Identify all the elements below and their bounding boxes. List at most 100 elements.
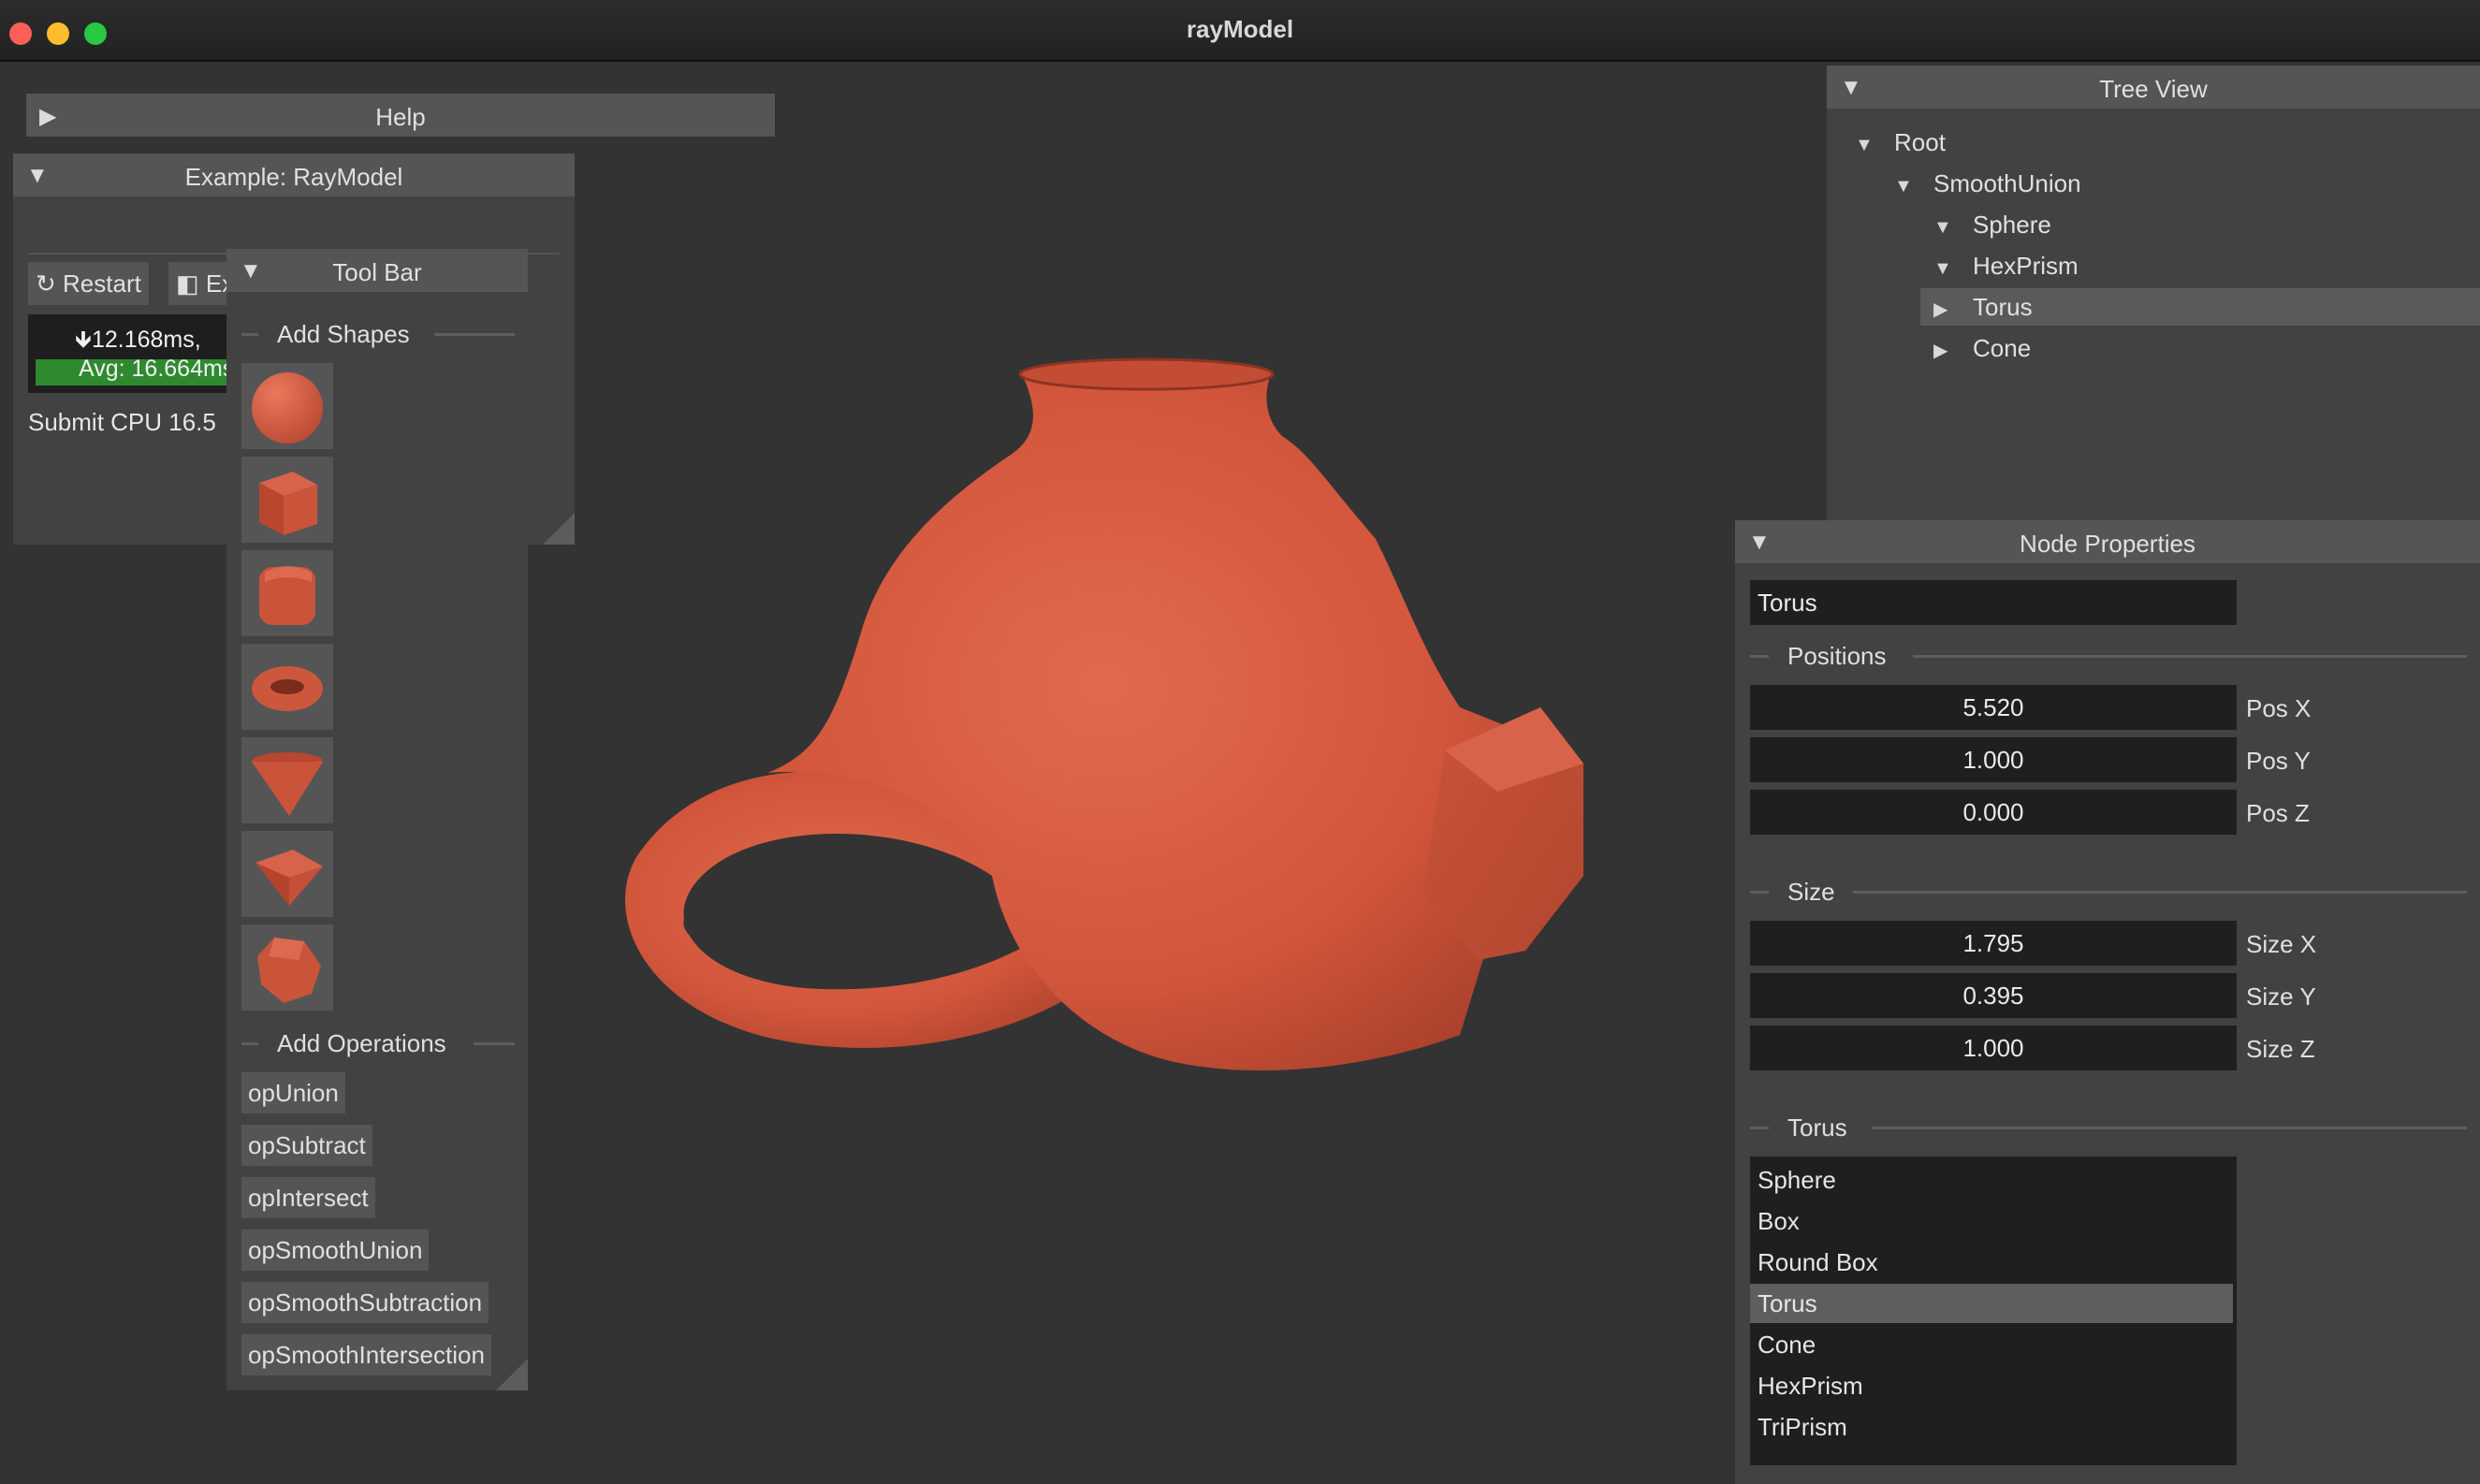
rendered-model xyxy=(625,357,1583,1071)
list-item-cone[interactable]: Cone xyxy=(1750,1325,2233,1364)
type-section-label: Torus xyxy=(1787,1113,1847,1142)
cpu-stats: Submit CPU 16.5 xyxy=(28,408,216,436)
cone-icon xyxy=(252,752,323,816)
help-panel-title: Help xyxy=(375,103,426,131)
divider xyxy=(1872,1127,2467,1129)
restart-button[interactable]: ↻ Restart xyxy=(28,262,149,305)
divider xyxy=(1750,655,1769,658)
down-arrow-icon: 🡻 xyxy=(75,327,92,353)
pos-x-input[interactable]: 5.520 xyxy=(1750,685,2237,730)
node-properties-title: Node Properties xyxy=(2020,530,2196,558)
window-titlebar: rayModel xyxy=(0,0,2480,62)
toolbar-header[interactable]: ▼ Tool Bar xyxy=(226,249,528,292)
positions-label: Positions xyxy=(1787,642,1887,670)
pos-y-input[interactable]: 1.000 xyxy=(1750,737,2237,782)
size-x-label: Size X xyxy=(2246,930,2317,958)
list-item-torus[interactable]: Torus xyxy=(1750,1284,2233,1323)
list-item-hexprism[interactable]: HexPrism xyxy=(1750,1366,2233,1405)
avg-time: Avg: 16.664ms xyxy=(79,356,235,382)
expanded-arrow-icon[interactable]: ▼ xyxy=(1894,167,1933,205)
pos-y-label: Pos Y xyxy=(2246,747,2311,775)
list-item-sphere[interactable]: Sphere xyxy=(1750,1160,2233,1200)
hexprism-icon xyxy=(257,938,321,1003)
sphere-icon xyxy=(252,372,323,444)
op-subtract-button[interactable]: opSubtract xyxy=(241,1125,372,1166)
expanded-arrow-icon[interactable]: ▼ xyxy=(1855,126,1894,164)
add-sphere-button[interactable] xyxy=(241,363,333,449)
expanded-arrow-icon[interactable]: ▼ xyxy=(1933,209,1973,246)
add-hexprism-button[interactable] xyxy=(241,924,333,1011)
add-cone-button[interactable] xyxy=(241,737,333,823)
toolbar-title: Tool Bar xyxy=(332,258,422,286)
node-properties-panel[interactable]: ▼ Node Properties Torus Positions 5.520 … xyxy=(1735,520,2480,1484)
op-union-button[interactable]: opUnion xyxy=(241,1072,345,1113)
size-y-label: Size Y xyxy=(2246,982,2316,1011)
collapsed-arrow-icon[interactable]: ▶ xyxy=(1933,332,1973,370)
resize-grip[interactable] xyxy=(496,1359,528,1390)
size-z-input[interactable]: 1.000 xyxy=(1750,1026,2237,1070)
tree-node-label: Sphere xyxy=(1973,211,2051,239)
tree-view-header[interactable]: ▼ Tree View xyxy=(1827,65,2480,109)
divider xyxy=(434,333,515,336)
example-panel-header[interactable]: ▼ Example: RayModel xyxy=(13,153,575,196)
tree-node-label: Root xyxy=(1894,128,1946,156)
round-box-icon xyxy=(259,566,315,625)
add-round-box-button[interactable] xyxy=(241,550,333,636)
tree-node-hexprism[interactable]: ▼ HexPrism xyxy=(1933,247,2079,284)
tree-view-title: Tree View xyxy=(2099,75,2208,103)
divider xyxy=(241,1042,258,1045)
divider xyxy=(1750,891,1769,894)
collapsed-arrow-icon[interactable]: ▶ xyxy=(1933,291,1973,328)
restart-icon: ↻ xyxy=(36,269,56,298)
frame-time-value: 12.168ms, xyxy=(91,327,201,353)
pos-z-label: Pos Z xyxy=(2246,799,2310,827)
list-item-box[interactable]: Box xyxy=(1750,1201,2233,1241)
size-label: Size xyxy=(1787,878,1835,906)
tree-node-label: Cone xyxy=(1973,334,2032,362)
node-name-input[interactable]: Torus xyxy=(1750,580,2237,625)
size-y-input[interactable]: 0.395 xyxy=(1750,973,2237,1018)
tree-node-torus[interactable]: ▶ Torus xyxy=(1920,288,2480,326)
tree-node-smoothunion[interactable]: ▼ SmoothUnion xyxy=(1894,165,2081,202)
list-item-triprism[interactable]: TriPrism xyxy=(1750,1407,2233,1447)
pos-x-label: Pos X xyxy=(2246,694,2312,722)
divider xyxy=(1913,655,2467,658)
op-smooth-subtraction-button[interactable]: opSmoothSubtraction xyxy=(241,1282,489,1323)
op-smooth-intersection-button[interactable]: opSmoothIntersection xyxy=(241,1334,491,1375)
op-intersect-button[interactable]: opIntersect xyxy=(241,1177,375,1218)
example-panel-title: Example: RayModel xyxy=(184,163,403,191)
help-panel[interactable]: ▶ Help xyxy=(26,94,775,137)
add-box-button[interactable] xyxy=(241,457,333,543)
toolbar-panel[interactable]: ▼ Tool Bar Add Shapes Add Operations opU… xyxy=(226,249,528,1390)
resize-grip[interactable] xyxy=(543,513,575,545)
window-title: rayModel xyxy=(1186,15,1294,43)
pos-z-input[interactable]: 0.000 xyxy=(1750,790,2237,835)
tree-view-panel[interactable]: ▼ Tree View ▼ Root ▼ SmoothUnion ▼ Sphere ▼… xyxy=(1827,65,2480,524)
tree-node-label: SmoothUnion xyxy=(1933,169,2081,197)
triprism-icon xyxy=(255,850,323,906)
box-icon xyxy=(259,472,317,535)
tree-node-label: Torus xyxy=(1973,293,2033,321)
divider xyxy=(241,333,258,336)
add-shapes-label: Add Shapes xyxy=(277,320,410,348)
help-panel-header[interactable]: ▶ Help xyxy=(26,94,775,137)
add-operations-label: Add Operations xyxy=(277,1029,446,1057)
restart-label: Restart xyxy=(63,269,141,298)
tree-node-cone[interactable]: ▶ Cone xyxy=(1933,329,2031,367)
tree-node-sphere[interactable]: ▼ Sphere xyxy=(1933,206,2051,243)
tree-node-label: HexPrism xyxy=(1973,252,2079,280)
size-z-label: Size Z xyxy=(2246,1035,2315,1063)
op-smooth-union-button[interactable]: opSmoothUnion xyxy=(241,1229,430,1271)
shape-type-list[interactable]: Sphere Box Round Box Torus Cone HexPrism… xyxy=(1750,1157,2237,1465)
list-item-round-box[interactable]: Round Box xyxy=(1750,1243,2233,1282)
divider xyxy=(1750,1127,1769,1129)
expanded-arrow-icon[interactable]: ▼ xyxy=(1933,250,1973,287)
torus-icon xyxy=(252,666,323,711)
exit-icon: ◧ xyxy=(176,269,199,298)
size-x-input[interactable]: 1.795 xyxy=(1750,921,2237,966)
divider xyxy=(474,1042,515,1045)
node-properties-header[interactable]: ▼ Node Properties xyxy=(1735,520,2480,563)
tree-node-root[interactable]: ▼ Root xyxy=(1855,124,1946,161)
add-triprism-button[interactable] xyxy=(241,831,333,917)
add-torus-button[interactable] xyxy=(241,644,333,730)
